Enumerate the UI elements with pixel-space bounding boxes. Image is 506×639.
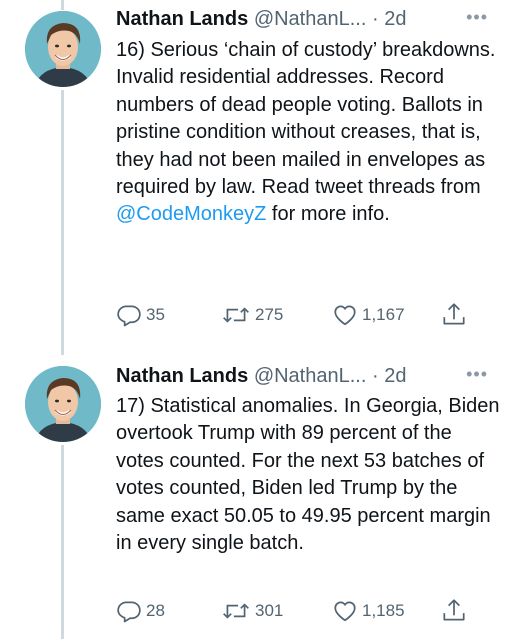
tweet-header: Nathan Lands @NathanL... · 2d ••• <box>116 361 496 391</box>
heart-icon <box>334 601 356 622</box>
avatar[interactable] <box>25 366 101 442</box>
tweet-text: 17) Statistical anomalies. In Georgia, B… <box>116 393 502 557</box>
share-button[interactable] <box>441 596 471 626</box>
mention-link[interactable]: @CodeMonkeyZ <box>116 203 266 225</box>
timestamp[interactable]: 2d <box>384 8 406 30</box>
avatar-image <box>25 11 101 87</box>
separator-dot: · <box>371 365 379 387</box>
tweet-thread: Nathan Lands @NathanL... · 2d ••• 16) Se… <box>0 0 506 639</box>
tweet-header: Nathan Lands @NathanL... · 2d ••• <box>116 4 496 34</box>
user-handle[interactable]: @NathanL... <box>254 8 367 30</box>
reply-icon <box>117 305 141 327</box>
share-icon <box>443 303 465 325</box>
reply-button[interactable]: 35 <box>116 300 165 330</box>
reply-count: 35 <box>146 305 165 324</box>
display-name[interactable]: Nathan Lands <box>116 365 248 387</box>
retweet-icon <box>223 307 249 323</box>
retweet-button[interactable]: 275 <box>221 300 283 330</box>
timestamp[interactable]: 2d <box>384 365 406 387</box>
reply-button[interactable]: 28 <box>116 596 165 626</box>
tweet-text: 16) Serious ‘chain of custody’ breakdown… <box>116 37 502 229</box>
retweet-count: 275 <box>255 305 284 324</box>
tweet-text-tail: for more info. <box>266 203 390 226</box>
display-name[interactable]: Nathan Lands <box>116 8 248 30</box>
retweet-count: 301 <box>255 601 284 620</box>
tweet-16[interactable]: Nathan Lands @NathanL... · 2d ••• 16) Se… <box>0 0 506 350</box>
avatar[interactable] <box>25 11 101 87</box>
share-button[interactable] <box>441 300 471 330</box>
more-dots-icon[interactable]: ••• <box>466 361 488 387</box>
tweet-text-main: 17) Statistical anomalies. In Georgia, B… <box>116 395 500 555</box>
retweet-icon <box>223 603 249 619</box>
tweet-17[interactable]: Nathan Lands @NathanL... · 2d ••• 17) St… <box>0 355 506 639</box>
like-count: 1,167 <box>362 305 405 324</box>
retweet-button[interactable]: 301 <box>221 596 283 626</box>
like-button[interactable]: 1,167 <box>332 300 405 330</box>
share-icon <box>443 599 465 621</box>
separator-dot: · <box>371 8 379 30</box>
heart-icon <box>334 305 356 326</box>
avatar-image <box>25 366 101 442</box>
tweet-text-main: 16) Serious ‘chain of custody’ breakdown… <box>116 39 496 199</box>
tweet-actions: 35 275 1,167 <box>116 300 486 330</box>
like-count: 1,185 <box>362 601 405 620</box>
tweet-actions: 28 301 1,185 <box>116 596 486 626</box>
like-button[interactable]: 1,185 <box>332 596 405 626</box>
reply-icon <box>117 601 141 623</box>
user-handle[interactable]: @NathanL... <box>254 365 367 387</box>
more-dots-icon[interactable]: ••• <box>466 4 488 30</box>
reply-count: 28 <box>146 601 165 620</box>
